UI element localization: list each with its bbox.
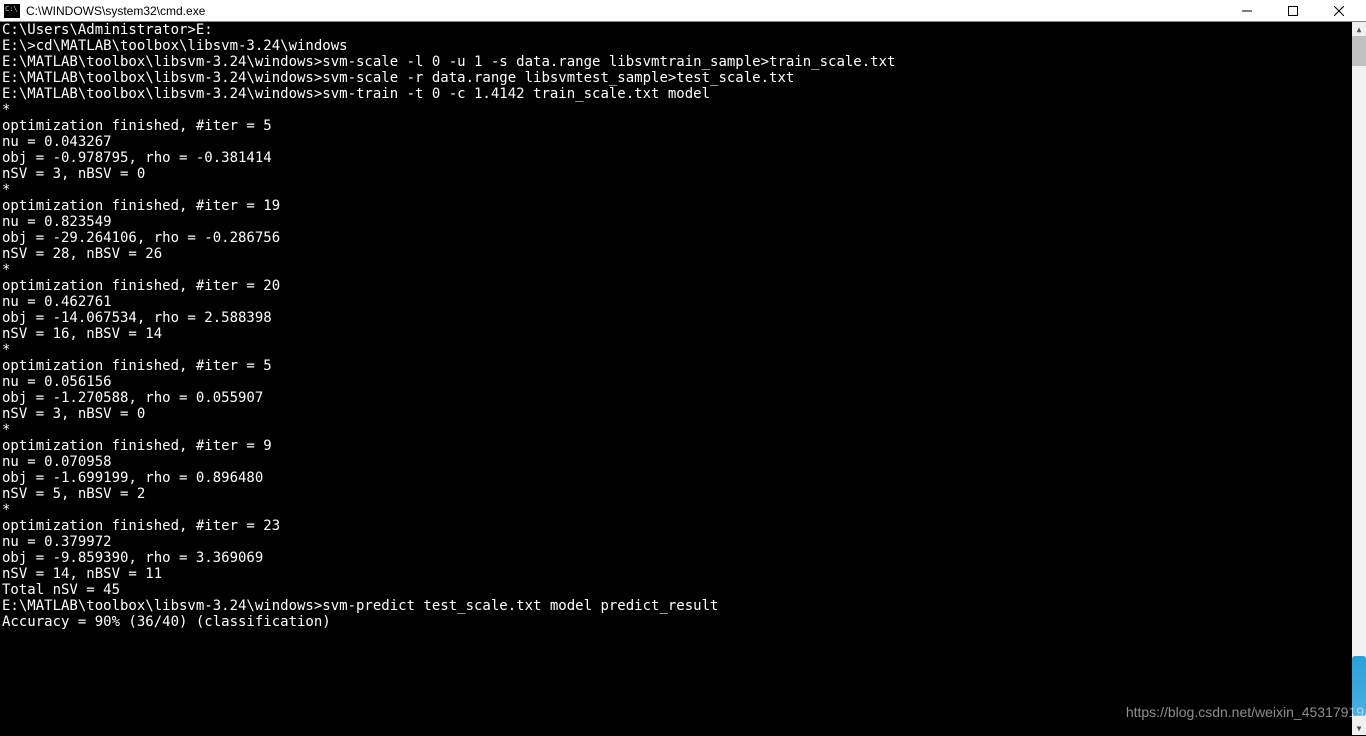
terminal-line: * <box>2 422 1350 438</box>
vertical-scrollbar[interactable]: ▲ ▼ <box>1352 22 1366 735</box>
terminal-line: nSV = 28, nBSV = 26 <box>2 246 1350 262</box>
scroll-up-arrow-icon[interactable]: ▲ <box>1352 22 1366 36</box>
terminal-line: nu = 0.462761 <box>2 294 1350 310</box>
terminal-line: obj = -0.978795, rho = -0.381414 <box>2 150 1350 166</box>
window-title: C:\WINDOWS\system32\cmd.exe <box>26 4 1224 18</box>
terminal-line: E:\>cd\MATLAB\toolbox\libsvm-3.24\window… <box>2 38 1350 54</box>
window-titlebar[interactable]: C:\WINDOWS\system32\cmd.exe <box>0 0 1366 22</box>
terminal-line: Total nSV = 45 <box>2 582 1350 598</box>
terminal-line: obj = -29.264106, rho = -0.286756 <box>2 230 1350 246</box>
terminal-line: E:\MATLAB\toolbox\libsvm-3.24\windows>sv… <box>2 598 1350 614</box>
terminal-line: nu = 0.056156 <box>2 374 1350 390</box>
terminal-line: * <box>2 262 1350 278</box>
cmd-icon <box>4 4 20 18</box>
terminal-line: Accuracy = 90% (36/40) (classification) <box>2 614 1350 630</box>
close-button[interactable] <box>1316 0 1362 22</box>
terminal-line: nSV = 3, nBSV = 0 <box>2 406 1350 422</box>
terminal-line: * <box>2 502 1350 518</box>
terminal-line: nSV = 14, nBSV = 11 <box>2 566 1350 582</box>
window-controls <box>1224 0 1362 22</box>
terminal-line: C:\Users\Administrator>E: <box>2 22 1350 38</box>
terminal-line: * <box>2 182 1350 198</box>
terminal-line: nSV = 5, nBSV = 2 <box>2 486 1350 502</box>
terminal-line: obj = -9.859390, rho = 3.369069 <box>2 550 1350 566</box>
terminal-line: nu = 0.070958 <box>2 454 1350 470</box>
terminal-line: obj = -1.270588, rho = 0.055907 <box>2 390 1350 406</box>
terminal-output[interactable]: C:\Users\Administrator>E:E:\>cd\MATLAB\t… <box>0 22 1352 735</box>
terminal-line: nu = 0.823549 <box>2 214 1350 230</box>
scroll-down-arrow-icon[interactable]: ▼ <box>1352 721 1366 735</box>
terminal-line: optimization finished, #iter = 5 <box>2 358 1350 374</box>
terminal-line: E:\MATLAB\toolbox\libsvm-3.24\windows>sv… <box>2 86 1350 102</box>
terminal-line: nSV = 3, nBSV = 0 <box>2 166 1350 182</box>
terminal-line: * <box>2 102 1350 118</box>
watermark-text: https://blog.csdn.net/weixin_45317919 <box>1126 704 1364 720</box>
terminal-line: optimization finished, #iter = 23 <box>2 518 1350 534</box>
terminal-line: optimization finished, #iter = 9 <box>2 438 1350 454</box>
terminal-line: nSV = 16, nBSV = 14 <box>2 326 1350 342</box>
terminal-line: optimization finished, #iter = 19 <box>2 198 1350 214</box>
terminal-line: obj = -14.067534, rho = 2.588398 <box>2 310 1350 326</box>
terminal-line: optimization finished, #iter = 20 <box>2 278 1350 294</box>
terminal-line: obj = -1.699199, rho = 0.896480 <box>2 470 1350 486</box>
terminal-line: nu = 0.379972 <box>2 534 1350 550</box>
maximize-button[interactable] <box>1270 0 1316 22</box>
terminal-line: nu = 0.043267 <box>2 134 1350 150</box>
terminal-line: E:\MATLAB\toolbox\libsvm-3.24\windows>sv… <box>2 70 1350 86</box>
terminal-line: optimization finished, #iter = 5 <box>2 118 1350 134</box>
scroll-thumb[interactable] <box>1352 36 1366 66</box>
minimize-button[interactable] <box>1224 0 1270 22</box>
terminal-line: * <box>2 342 1350 358</box>
terminal-line: E:\MATLAB\toolbox\libsvm-3.24\windows>sv… <box>2 54 1350 70</box>
